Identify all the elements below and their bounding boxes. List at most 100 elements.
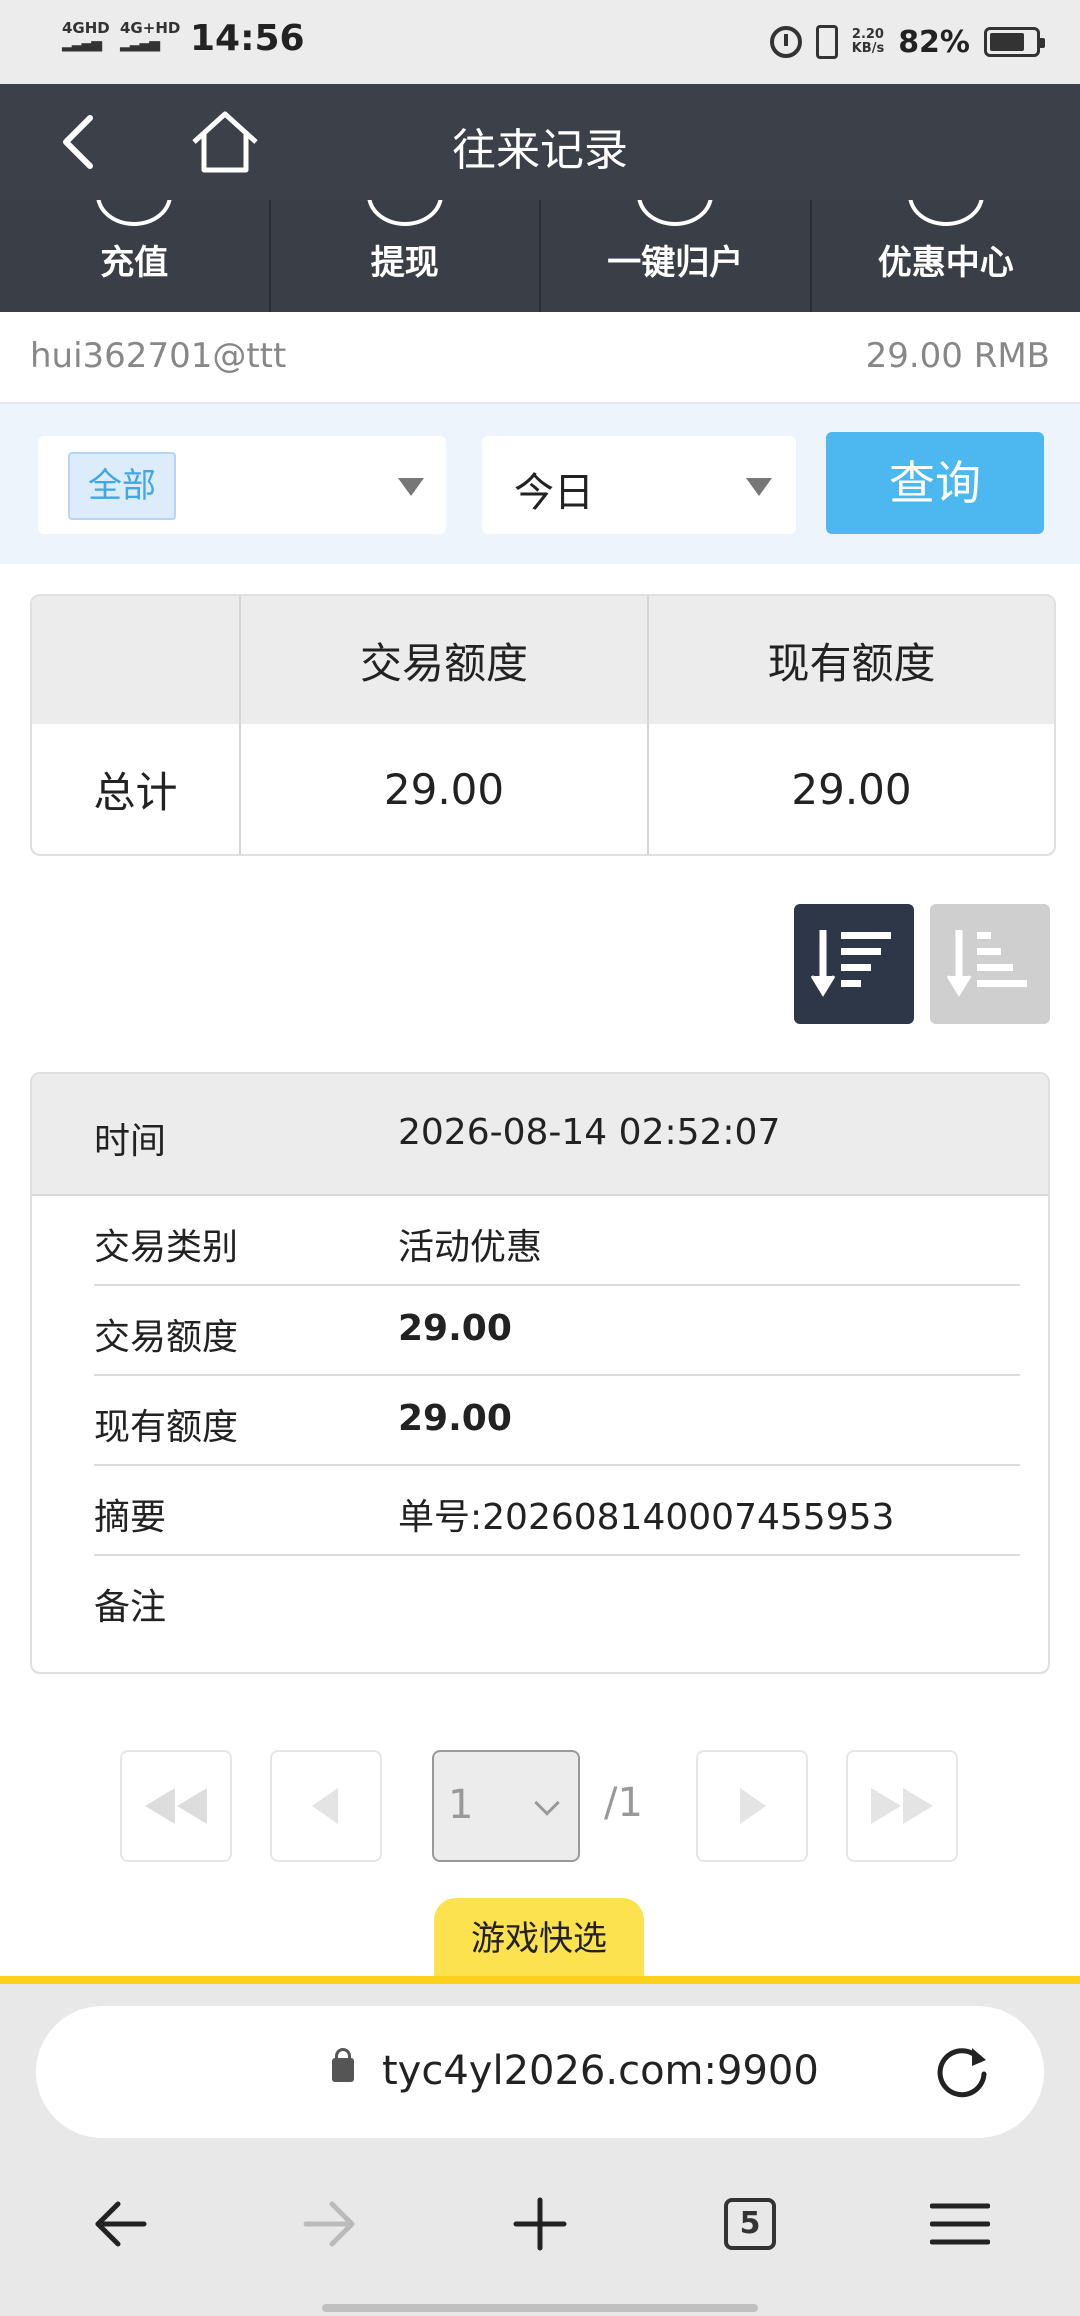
summary-total-row: 总计 29.00 29.00	[32, 724, 1054, 854]
record-row-value: 单号:202608140007455953	[398, 1497, 895, 1538]
filter-bar: 全部 今日 查询	[0, 404, 1080, 564]
promo-icon	[907, 200, 984, 226]
status-right: 2.20 KB/s 82%	[769, 16, 1045, 68]
type-select[interactable]: 全部	[38, 436, 446, 534]
chevron-right-icon	[740, 1788, 766, 1824]
sort-asc-button[interactable]	[930, 904, 1050, 1024]
record-row-label: 摘要	[94, 1497, 167, 1538]
summary-header-row: 交易额度 现有额度	[32, 596, 1054, 724]
chevron-left-icon	[312, 1788, 338, 1824]
nav-transfer[interactable]: 一键归户	[541, 200, 812, 312]
summary-header-current-amount: 现有额度	[648, 596, 1054, 724]
signal-2-icon: 4G+HD ▂▃▄▅	[120, 19, 181, 52]
deposit-icon	[96, 200, 173, 226]
page-select[interactable]: 1	[432, 1750, 580, 1862]
record-row-label: 备注	[94, 1587, 167, 1628]
record-time-row: 时间 2026-08-14 02:52:07	[32, 1074, 1048, 1196]
sort-desc-icon	[810, 930, 891, 997]
record-row-value: 活动优惠	[398, 1227, 543, 1268]
record-time-label: 时间	[94, 1121, 167, 1162]
record-row-category: 交易类别 活动优惠	[94, 1196, 1020, 1286]
double-chevron-right-icon	[871, 1788, 933, 1824]
record-row-label: 交易类别	[94, 1227, 239, 1268]
summary-trade-total: 29.00	[240, 724, 649, 854]
speed-unit: KB/s	[851, 41, 885, 56]
browser-forward-button[interactable]	[280, 2174, 380, 2274]
summary-header-empty	[32, 596, 241, 724]
signal-1-icon: 4GHD ▂▃▄▅	[62, 19, 110, 52]
nav-deposit[interactable]: 充值	[0, 200, 271, 312]
transfer-icon	[637, 200, 714, 226]
game-quick-select-tab[interactable]: 游戏快选	[434, 1898, 644, 1978]
sort-asc-icon	[946, 930, 1027, 997]
summary-table: 交易额度 现有额度 总计 29.00 29.00	[30, 594, 1056, 856]
record-row-value: 29.00	[398, 1398, 512, 1439]
summary-total-label: 总计	[32, 724, 241, 854]
nav-promo[interactable]: 优惠中心	[812, 200, 1080, 312]
username: hui362701@ttt	[30, 336, 287, 376]
hamburger-menu-icon	[930, 2203, 990, 2245]
record-row-label: 现有额度	[94, 1407, 239, 1448]
record-row-current-amount: 现有额度 29.00	[94, 1376, 1020, 1466]
double-chevron-left-icon	[145, 1788, 207, 1824]
record-row-remark: 备注	[94, 1556, 1020, 1646]
record-row-label: 交易额度	[94, 1317, 239, 1358]
game-quick-divider	[0, 1976, 1080, 1984]
arrow-right-icon	[303, 2201, 355, 2247]
record-card: 时间 2026-08-14 02:52:07 交易类别 活动优惠 交易额度 29…	[30, 1072, 1050, 1674]
alarm-icon	[769, 26, 802, 58]
page-title: 往来记录	[452, 125, 628, 176]
nav-label: 一键归户	[607, 243, 744, 283]
caret-down-icon	[746, 478, 772, 496]
record-time-value: 2026-08-14 02:52:07	[398, 1112, 781, 1153]
account-bar: hui362701@ttt 29.00 RMB	[0, 312, 1080, 404]
battery-percent: 82%	[898, 24, 970, 60]
new-tab-button[interactable]	[490, 2174, 590, 2274]
status-bar: 4GHD ▂▃▄▅ 4G+HD ▂▃▄▅ 14:56 2.20 KB/s 82%	[0, 0, 1080, 84]
vibrate-icon	[815, 25, 838, 59]
query-button[interactable]: 查询	[826, 432, 1044, 534]
next-page-button[interactable]	[696, 1750, 808, 1862]
reload-icon	[937, 2048, 987, 2098]
summary-current-total: 29.00	[791, 764, 912, 814]
plus-icon	[513, 2197, 567, 2251]
nav-withdraw[interactable]: 提现	[271, 200, 541, 312]
record-row-trade-amount: 交易额度 29.00	[94, 1286, 1020, 1376]
network-type-2: 4G+HD	[120, 19, 181, 37]
nav-label: 提现	[370, 243, 439, 283]
last-page-button[interactable]	[846, 1750, 958, 1862]
browser-back-button[interactable]	[70, 2174, 170, 2274]
clock: 14:56	[190, 18, 305, 59]
sort-desc-button[interactable]	[794, 904, 914, 1024]
speed-value: 2.20	[851, 27, 884, 42]
url-text: tyc4yl2026.com:9900	[382, 2048, 819, 2094]
withdraw-icon	[366, 200, 443, 226]
battery-icon	[984, 27, 1045, 57]
tabs-button[interactable]: 5	[700, 2174, 800, 2274]
chevron-down-icon	[534, 1790, 560, 1816]
tab-count: 5	[724, 2198, 776, 2250]
reload-button[interactable]	[932, 2042, 992, 2102]
app-header: 往来记录	[0, 84, 1080, 200]
date-select[interactable]: 今日	[482, 436, 796, 534]
first-page-button[interactable]	[120, 1750, 232, 1862]
total-pages: /1	[604, 1780, 643, 1826]
prev-page-button[interactable]	[270, 1750, 382, 1862]
quick-nav: 充值 提现 一键归户 优惠中心	[0, 200, 1080, 312]
nav-label: 优惠中心	[877, 243, 1014, 283]
record-row-value: 29.00	[398, 1308, 512, 1349]
home-indicator[interactable]	[322, 2304, 758, 2312]
network-speed: 2.20 KB/s	[852, 28, 884, 56]
caret-down-icon	[398, 478, 424, 496]
nav-label: 充值	[100, 243, 169, 283]
arrow-left-icon	[95, 2201, 147, 2247]
address-bar[interactable]: tyc4yl2026.com:9900	[36, 2006, 1044, 2138]
date-selected-value: 今日	[514, 470, 594, 516]
lock-icon	[332, 2048, 354, 2082]
browser-menu-button[interactable]	[910, 2174, 1010, 2274]
record-row-summary: 摘要 单号:202608140007455953	[94, 1466, 1020, 1556]
summary-header-trade-amount: 交易额度	[240, 596, 649, 724]
current-page: 1	[448, 1782, 474, 1828]
network-type-1: 4GHD	[62, 19, 110, 37]
browser-chrome: tyc4yl2026.com:9900 5	[0, 1984, 1080, 2316]
